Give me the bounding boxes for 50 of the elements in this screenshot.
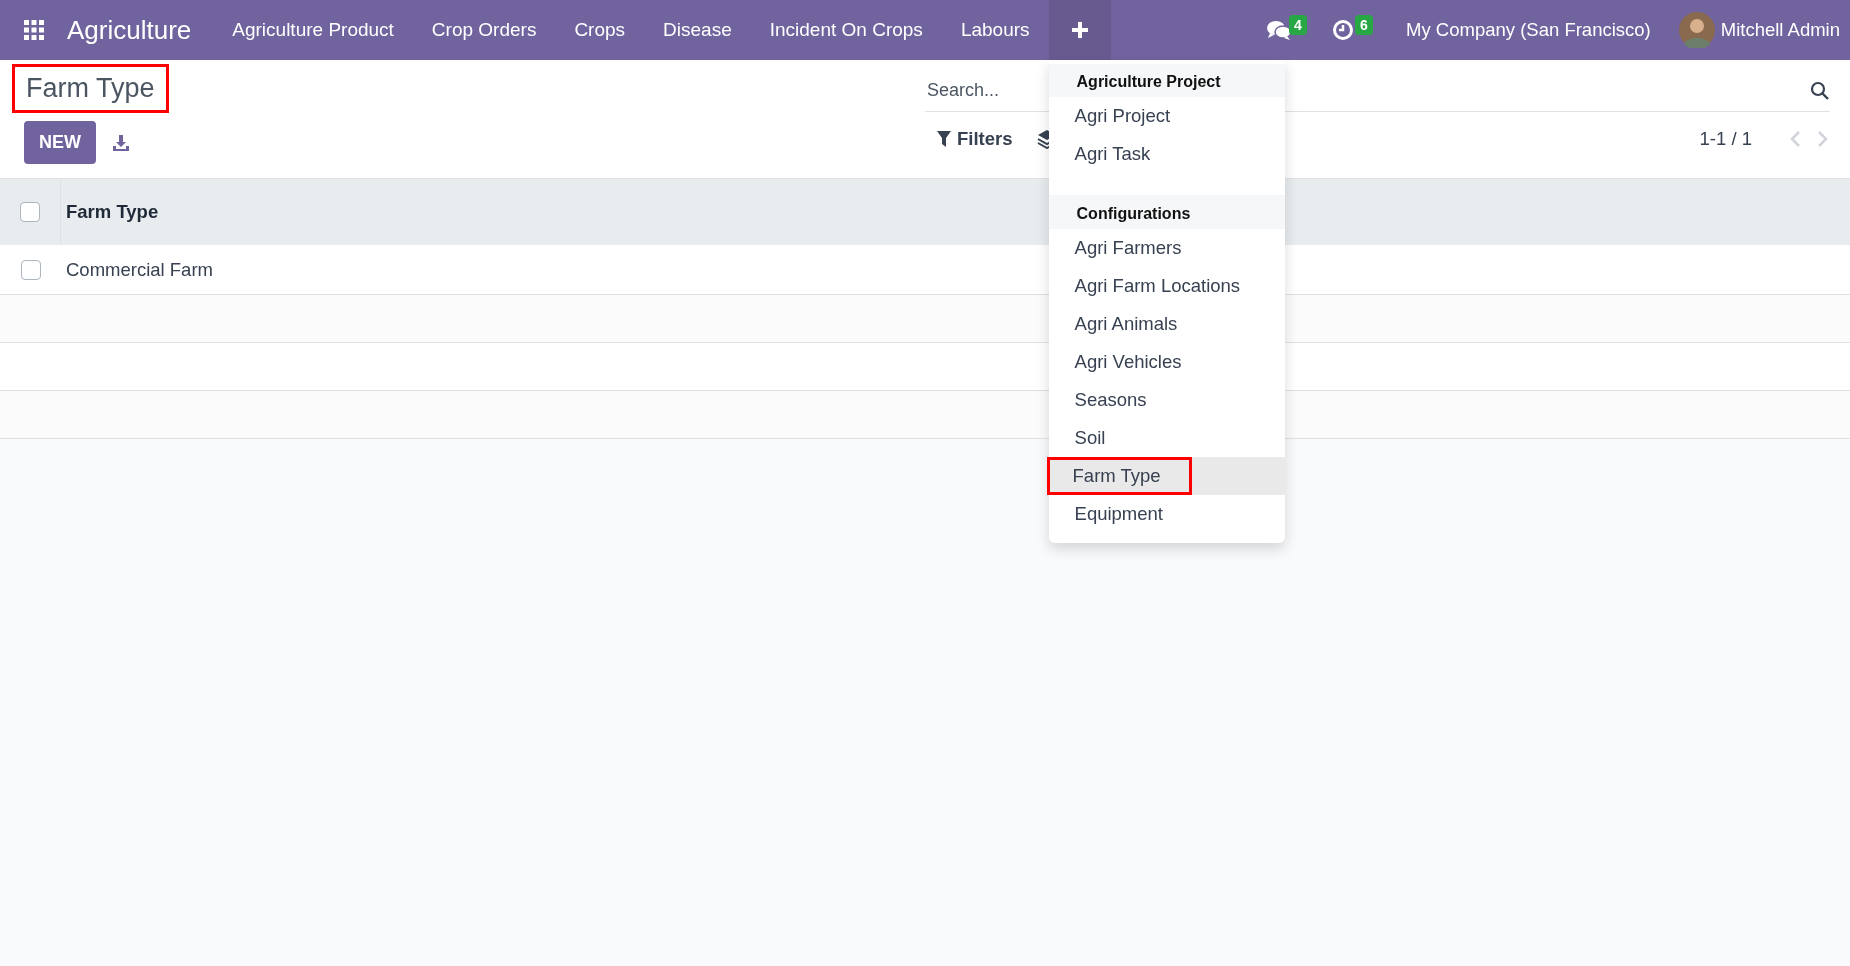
select-all-checkbox[interactable] bbox=[20, 202, 40, 222]
pager-text: 1-1 / 1 bbox=[1699, 128, 1752, 150]
dropdown-item-label: Agri Task bbox=[1073, 142, 1152, 166]
dropdown-item-label: Soil bbox=[1073, 426, 1107, 450]
dropdown-item[interactable]: Farm Type bbox=[1048, 457, 1285, 495]
dropdown-item-label: Agri Animals bbox=[1073, 312, 1179, 336]
dropdown-item-label: Agri Farmers bbox=[1073, 236, 1183, 260]
new-button[interactable]: NEW bbox=[24, 121, 96, 164]
dropdown-item-label: Agri Vehicles bbox=[1073, 350, 1183, 374]
plus-icon bbox=[1070, 21, 1089, 39]
plus-menu-button[interactable] bbox=[1048, 0, 1111, 60]
activity-count-badge: 6 bbox=[1355, 15, 1373, 35]
apps-grid-icon[interactable] bbox=[22, 18, 46, 42]
nav-menu-item[interactable]: Disease bbox=[644, 0, 751, 60]
company-name[interactable]: My Company (San Francisco) bbox=[1406, 19, 1651, 41]
dropdown-item[interactable]: Seasons bbox=[1048, 381, 1285, 419]
table-cell[interactable]: Commercial Farm bbox=[61, 245, 213, 294]
message-count-badge: 4 bbox=[1289, 15, 1307, 35]
dropdown-item[interactable]: Equipment bbox=[1048, 495, 1285, 533]
dropdown-item-label: Agri Project bbox=[1073, 104, 1172, 128]
dropdown-item-label: Seasons bbox=[1073, 388, 1148, 412]
dropdown-item[interactable]: Agri Task bbox=[1048, 135, 1285, 173]
dropdown-item[interactable]: Agri Project bbox=[1048, 97, 1285, 135]
column-header[interactable]: Farm Type bbox=[61, 179, 159, 245]
nav-menu-item[interactable]: Crops bbox=[555, 0, 645, 60]
dropdown-item[interactable]: Agri Animals bbox=[1048, 305, 1285, 343]
row-checkbox[interactable] bbox=[20, 259, 41, 280]
clock-icon[interactable] bbox=[1332, 19, 1355, 41]
page-title: Farm Type bbox=[12, 64, 169, 113]
filters-button[interactable]: Filters bbox=[925, 128, 1013, 150]
nav-menu-item[interactable]: Agriculture Product bbox=[213, 0, 413, 60]
dropdown-item[interactable]: Agri Farmers bbox=[1048, 229, 1285, 267]
search-icon[interactable] bbox=[1810, 80, 1830, 101]
dropdown-item-label: Agri Farm Locations bbox=[1073, 274, 1242, 298]
dropdown-item[interactable]: Soil bbox=[1048, 419, 1285, 457]
search-field[interactable]: Search... bbox=[925, 80, 1045, 101]
dropdown-item[interactable]: Agri Farm Locations bbox=[1048, 267, 1285, 305]
nav-menu-item[interactable]: Incident On Crops bbox=[750, 0, 942, 60]
user-avatar-icon[interactable] bbox=[1678, 12, 1715, 48]
nav-menu-item[interactable]: Crop Orders bbox=[412, 0, 556, 60]
dropdown-item-label: Equipment bbox=[1073, 502, 1164, 526]
menu-section-header: Agriculture Project bbox=[1048, 64, 1285, 97]
filter-icon bbox=[937, 131, 951, 147]
nav-menu-item[interactable]: Labours bbox=[941, 0, 1049, 60]
highlight-box: Farm Type bbox=[1046, 457, 1192, 495]
download-icon[interactable] bbox=[112, 133, 130, 152]
dropdown-item[interactable]: Agri Vehicles bbox=[1048, 343, 1285, 381]
app-name[interactable]: Agriculture bbox=[67, 14, 192, 46]
user-name[interactable]: Mitchell Admin bbox=[1720, 19, 1840, 41]
menu-section-header: Configurations bbox=[1048, 195, 1285, 229]
